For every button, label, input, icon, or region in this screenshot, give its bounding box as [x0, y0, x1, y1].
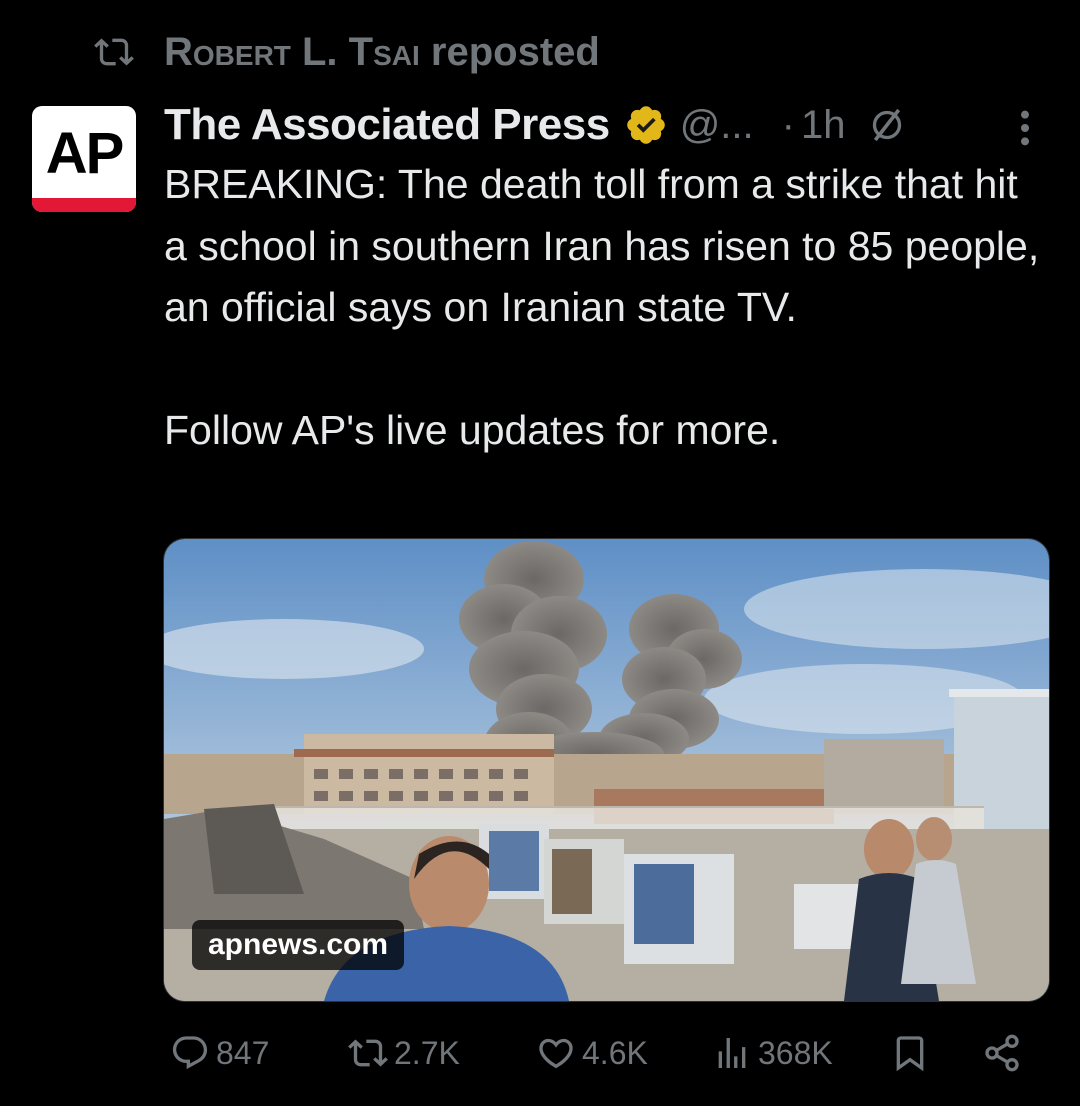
repost-button[interactable]: 2.7K [348, 1030, 460, 1076]
views-icon [718, 1038, 746, 1068]
card-domain-label[interactable]: apnews.com [192, 920, 405, 970]
author-row: The Associated Press @... · 1h [164, 96, 907, 154]
bookmark-icon [896, 1036, 924, 1072]
view-count: 368K [758, 1034, 833, 1071]
reposter-name[interactable]: Robert L. Tsai [164, 30, 420, 74]
bookmark-button[interactable] [890, 1030, 936, 1076]
separator-dot: · [781, 102, 795, 147]
mute-icon[interactable] [867, 105, 907, 145]
avatar-logo-text: AP [45, 121, 125, 186]
author-handle[interactable]: @... [680, 103, 754, 148]
verified-badge-icon [626, 106, 665, 144]
like-icon [539, 1038, 573, 1069]
like-count: 4.6K [582, 1034, 648, 1071]
more-icon[interactable] [1014, 108, 1036, 148]
reply-button[interactable]: 847 [170, 1030, 269, 1076]
repost-icon [348, 1039, 388, 1067]
reply-count: 847 [216, 1034, 270, 1071]
avatar-logo-bar [32, 198, 136, 212]
like-button[interactable]: 4.6K [536, 1030, 648, 1076]
share-button[interactable] [982, 1030, 1028, 1076]
avatar[interactable]: AP [32, 106, 136, 212]
tweet-text: BREAKING: The death toll from a strike t… [164, 161, 1040, 453]
repost-header[interactable]: Robert L. Tsai reposted [164, 26, 600, 78]
reply-icon [172, 1036, 208, 1070]
views-button[interactable]: 368K [712, 1030, 833, 1076]
author-display-name[interactable]: The Associated Press [164, 100, 610, 150]
share-icon [985, 1034, 1019, 1072]
repost-label: reposted [430, 30, 600, 74]
repost-count: 2.7K [394, 1034, 460, 1071]
post-timestamp[interactable]: 1h [801, 103, 846, 148]
repost-icon [94, 38, 134, 66]
